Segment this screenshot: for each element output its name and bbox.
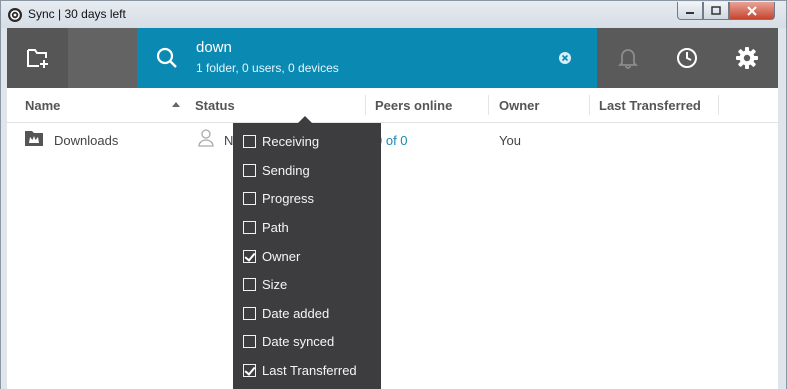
search-icon bbox=[156, 47, 177, 68]
maximize-icon bbox=[711, 6, 721, 15]
checkbox[interactable] bbox=[243, 306, 256, 320]
checkbox-checked[interactable] bbox=[243, 249, 256, 263]
user-icon bbox=[198, 129, 214, 147]
checkbox[interactable] bbox=[243, 163, 256, 177]
folder-owner: You bbox=[499, 133, 521, 148]
column-chooser-menu: Receiving Sending Progress Path Owner Si… bbox=[233, 123, 381, 389]
sync-logo-icon bbox=[8, 8, 22, 22]
column-peers-online[interactable]: Peers online bbox=[375, 98, 452, 113]
toolbar-spacer bbox=[68, 28, 137, 88]
menu-item-path[interactable]: Path bbox=[243, 217, 289, 237]
column-divider bbox=[589, 95, 590, 115]
column-name[interactable]: Name bbox=[25, 98, 60, 113]
maximize-button[interactable] bbox=[703, 2, 729, 20]
close-button[interactable] bbox=[729, 2, 775, 20]
clear-icon[interactable] bbox=[558, 51, 572, 65]
menu-item-date-synced[interactable]: Date synced bbox=[243, 331, 334, 351]
checkbox[interactable] bbox=[243, 220, 256, 234]
search-results-summary: 1 folder, 0 users, 0 devices bbox=[196, 61, 339, 75]
add-folder-icon bbox=[26, 49, 48, 68]
table-row[interactable]: Downloads N 0 of 0 You bbox=[7, 124, 778, 158]
checkbox-checked[interactable] bbox=[243, 363, 256, 377]
minimize-icon bbox=[686, 11, 694, 14]
checkbox[interactable] bbox=[243, 191, 256, 205]
history-button[interactable] bbox=[672, 43, 702, 73]
search-input[interactable]: down bbox=[196, 39, 232, 56]
checkbox[interactable] bbox=[243, 134, 256, 148]
column-divider bbox=[718, 95, 719, 115]
menu-item-date-added[interactable]: Date added bbox=[243, 303, 329, 323]
menu-item-owner[interactable]: Owner bbox=[243, 246, 300, 266]
window-frame-left bbox=[0, 28, 7, 389]
notifications-button[interactable] bbox=[613, 43, 643, 73]
menu-item-label: Receiving bbox=[262, 133, 320, 149]
column-divider bbox=[488, 95, 489, 115]
folder-name: Downloads bbox=[54, 133, 119, 148]
menu-item-label: Sending bbox=[262, 162, 310, 178]
column-last-transferred[interactable]: Last Transferred bbox=[599, 98, 701, 113]
menu-item-label: Date added bbox=[262, 305, 330, 321]
gear-icon bbox=[736, 47, 758, 69]
menu-item-label: Last Transferred bbox=[262, 362, 357, 378]
settings-button[interactable] bbox=[732, 43, 762, 73]
minimize-button[interactable] bbox=[677, 2, 703, 20]
dropdown-caret bbox=[298, 116, 312, 123]
menu-item-receiving[interactable]: Receiving bbox=[243, 131, 319, 151]
menu-item-size[interactable]: Size bbox=[243, 274, 287, 294]
menu-item-label: Progress bbox=[262, 190, 315, 206]
checkbox[interactable] bbox=[243, 277, 256, 291]
window-title: Sync | 30 days left bbox=[28, 7, 126, 21]
close-icon bbox=[747, 5, 757, 16]
menu-item-sending[interactable]: Sending bbox=[243, 160, 310, 180]
column-divider bbox=[365, 95, 366, 115]
folder-list-area bbox=[7, 158, 778, 389]
add-folder-button[interactable] bbox=[7, 28, 68, 88]
sort-ascending-icon bbox=[172, 102, 180, 107]
menu-item-label: Date synced bbox=[262, 333, 335, 349]
search-bar[interactable]: down 1 folder, 0 users, 0 devices bbox=[137, 28, 597, 88]
history-icon bbox=[677, 48, 697, 68]
column-status[interactable]: Status bbox=[195, 98, 235, 113]
column-header-row: Name Status Peers online Owner Last Tran… bbox=[7, 88, 778, 123]
folder-status: N bbox=[224, 133, 234, 148]
window-frame-right bbox=[778, 28, 787, 389]
menu-item-last-transferred[interactable]: Last Transferred bbox=[243, 360, 357, 380]
menu-item-label: Size bbox=[262, 276, 288, 292]
checkbox[interactable] bbox=[243, 334, 256, 348]
menu-item-progress[interactable]: Progress bbox=[243, 188, 314, 208]
window-titlebar: Sync | 30 days left bbox=[0, 0, 787, 28]
folder-icon bbox=[25, 131, 43, 146]
column-owner[interactable]: Owner bbox=[499, 98, 539, 113]
menu-item-label: Owner bbox=[262, 248, 301, 264]
bell-icon bbox=[618, 49, 638, 69]
toolbar: down 1 folder, 0 users, 0 devices bbox=[7, 28, 778, 88]
menu-item-label: Path bbox=[262, 219, 289, 235]
